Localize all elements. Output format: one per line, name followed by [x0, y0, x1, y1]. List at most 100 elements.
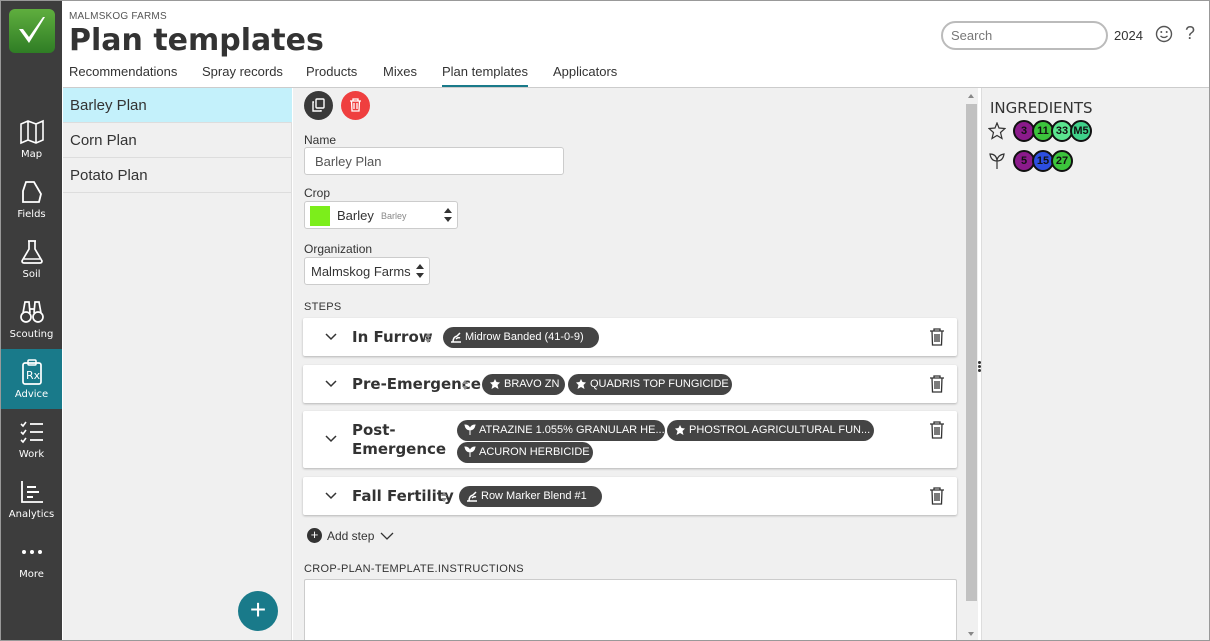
rail-item-work[interactable]: Work: [1, 409, 62, 469]
rail-item-soil[interactable]: Soil: [1, 229, 62, 289]
fungicide-icon: [576, 379, 586, 389]
add-plan-button[interactable]: +: [238, 591, 278, 631]
mode-of-action-badge: 27: [1051, 150, 1073, 172]
step-name-line2: Emergence: [352, 440, 447, 458]
rail-item-scouting[interactable]: Scouting: [1, 289, 62, 349]
product-chip[interactable]: QUADRIS TOP FUNGICIDE: [568, 374, 732, 395]
step-pre-emergence: Pre-Emergence BRAVO ZN QUADRIS TOP FUNGI…: [303, 365, 957, 403]
crop-label: Crop: [304, 186, 331, 200]
trash-icon[interactable]: [929, 421, 945, 439]
scrollbar[interactable]: [965, 88, 978, 640]
rail-item-map[interactable]: Map: [1, 109, 62, 169]
delete-button[interactable]: [341, 91, 370, 120]
search-input[interactable]: [941, 21, 1108, 50]
herbicide-icon: [464, 446, 476, 457]
rail-item-label: Analytics: [8, 509, 55, 520]
step-in-furrow: In Furrow Midrow Banded (41-0-9): [303, 318, 957, 356]
crop-select[interactable]: Barley Barley: [304, 201, 458, 229]
tab-products[interactable]: Products: [306, 64, 357, 79]
instructions-label: CROP-PLAN-TEMPLATE.INSTRUCTIONS: [304, 563, 524, 575]
fertilizer-icon: [451, 332, 461, 343]
tab-spray-records[interactable]: Spray records: [202, 64, 283, 79]
prescription-icon: Rx: [22, 359, 42, 385]
trash-icon[interactable]: [929, 375, 945, 393]
chevron-down-icon[interactable]: [325, 378, 337, 390]
product-chip-label: Row Marker Blend #1: [481, 490, 587, 502]
rail-item-label: Soil: [22, 269, 41, 280]
instructions-field[interactable]: [304, 579, 957, 640]
list-item[interactable]: Corn Plan: [63, 123, 292, 158]
list-item[interactable]: Potato Plan: [63, 158, 292, 193]
rail-item-label: Work: [18, 449, 45, 460]
crop-color-swatch: [310, 206, 330, 226]
add-step-label: Add step: [327, 529, 375, 543]
rail-item-fields[interactable]: Fields: [1, 169, 62, 229]
year-selector[interactable]: 2024: [1114, 28, 1143, 43]
select-arrows-icon: [444, 208, 452, 222]
tab-recommendations[interactable]: Recommendations: [69, 64, 177, 79]
feedback-smiley-icon[interactable]: [1155, 25, 1173, 43]
product-chip[interactable]: BRAVO ZN: [482, 374, 565, 395]
plan-editor: Name Barley Plan Crop Barley Barley Orga…: [293, 88, 965, 640]
ingredients-panel: INGREDIENTS 3 11 33 M5 5 15 27: [981, 88, 1209, 640]
herbicide-icon: [464, 424, 476, 435]
product-chip[interactable]: PHOSTROL AGRICULTURAL FUN...: [667, 420, 874, 441]
reorder-icon[interactable]: [441, 492, 447, 502]
ingredients-title: INGREDIENTS: [990, 99, 1093, 117]
list-item[interactable]: Barley Plan: [63, 88, 292, 123]
scroll-down-icon[interactable]: [968, 632, 974, 636]
nav-rail: Map Fields Soil Scouting Rx Advice Work …: [1, 1, 62, 640]
fungicide-icon: [988, 122, 1006, 140]
more-icon: [22, 550, 42, 554]
org-name: MALMSKOG FARMS: [69, 11, 167, 22]
rail-item-analytics[interactable]: Analytics: [1, 469, 62, 529]
product-chip[interactable]: ATRAZINE 1.055% GRANULAR HE...: [457, 420, 665, 441]
organization-label: Organization: [304, 242, 373, 256]
product-chip-label: ATRAZINE 1.055% GRANULAR HE...: [479, 424, 665, 436]
product-chip[interactable]: ACURON HERBICIDE: [457, 442, 593, 463]
map-icon: [20, 119, 44, 145]
step-name: Fall Fertility: [352, 487, 454, 505]
product-chip-label: ACURON HERBICIDE: [479, 446, 590, 458]
product-chip-label: Midrow Banded (41-0-9): [465, 331, 584, 343]
trash-icon[interactable]: [929, 328, 945, 346]
fertilizer-icon: [467, 491, 477, 502]
plus-icon: +: [307, 528, 322, 543]
herbicide-icon: [989, 153, 1005, 169]
copy-button[interactable]: [304, 91, 333, 120]
rail-item-advice[interactable]: Rx Advice: [1, 349, 62, 409]
help-icon[interactable]: ?: [1185, 23, 1195, 44]
reorder-icon[interactable]: [462, 380, 468, 390]
fungicide-icon: [490, 379, 500, 389]
product-chip-label: BRAVO ZN: [504, 378, 560, 390]
copy-icon: [312, 98, 325, 112]
chevron-down-icon: [380, 532, 394, 540]
fungicide-icon: [675, 425, 685, 435]
step-name-line1: Post-: [352, 421, 396, 439]
chevron-down-icon[interactable]: [325, 433, 337, 445]
organization-value: Malmskog Farms: [311, 264, 411, 279]
reorder-icon[interactable]: [425, 333, 431, 343]
step-fall-fertility: Fall Fertility Row Marker Blend #1: [303, 477, 957, 515]
tab-plan-templates[interactable]: Plan templates: [442, 64, 528, 88]
product-chip[interactable]: Midrow Banded (41-0-9): [443, 327, 599, 348]
rail-item-label: Scouting: [9, 329, 54, 340]
tab-mixes[interactable]: Mixes: [383, 64, 417, 79]
mode-of-action-badge: M5: [1070, 120, 1092, 142]
app-logo[interactable]: [9, 9, 55, 53]
product-chip[interactable]: Row Marker Blend #1: [459, 486, 602, 507]
field-icon: [22, 181, 42, 203]
scrollbar-thumb[interactable]: [966, 104, 977, 601]
flask-icon: [21, 240, 43, 264]
name-field[interactable]: Barley Plan: [304, 147, 564, 175]
tab-applicators[interactable]: Applicators: [553, 64, 617, 79]
trash-icon[interactable]: [929, 487, 945, 505]
chevron-down-icon[interactable]: [325, 490, 337, 502]
organization-select[interactable]: Malmskog Farms: [304, 257, 430, 285]
rail-item-more[interactable]: More: [1, 529, 62, 589]
chevron-down-icon[interactable]: [325, 331, 337, 343]
rail-item-label: Map: [20, 149, 43, 160]
crop-name: Barley: [337, 208, 374, 223]
product-chip-label: PHOSTROL AGRICULTURAL FUN...: [689, 424, 871, 436]
scroll-up-icon[interactable]: [968, 94, 974, 98]
